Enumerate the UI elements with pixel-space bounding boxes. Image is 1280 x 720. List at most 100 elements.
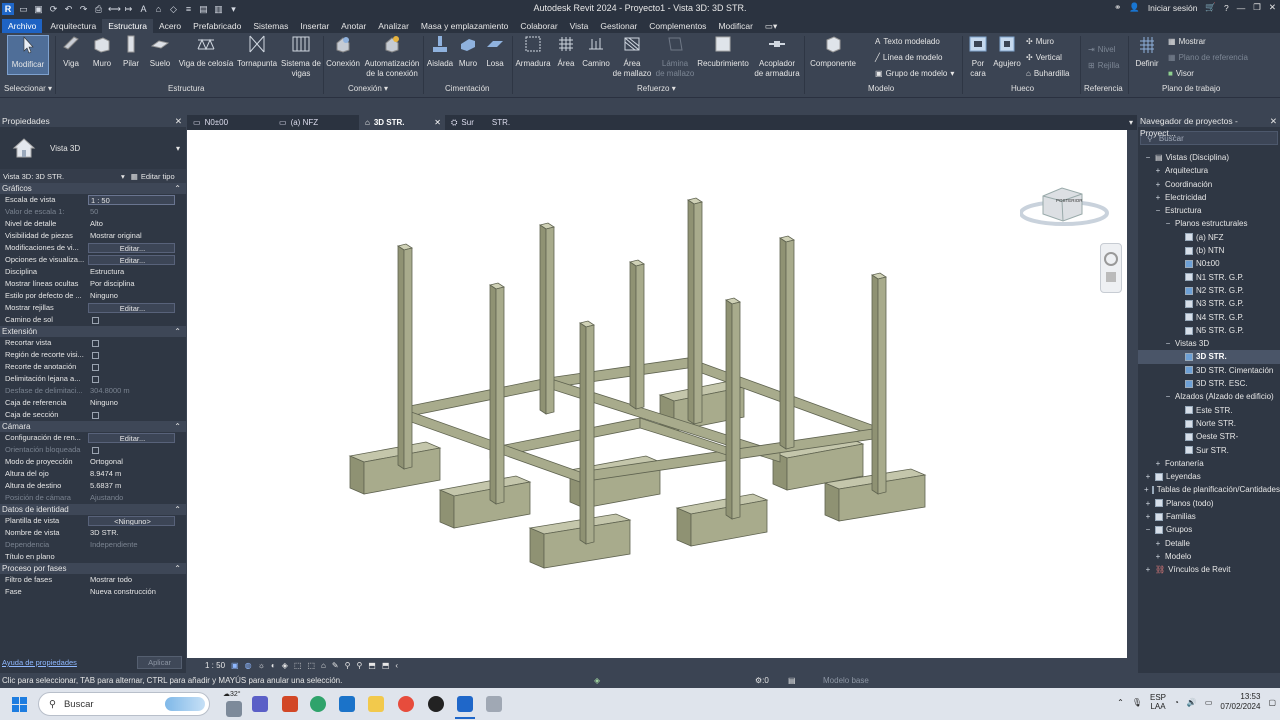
model-text-button[interactable]: A Texto modelado — [875, 37, 940, 47]
switch-windows-icon[interactable]: ▥ — [213, 4, 224, 15]
viewer-button[interactable]: ■ Visor — [1168, 69, 1194, 79]
browser-tree-item[interactable]: (b) NTN — [1138, 244, 1280, 257]
property-checkbox[interactable] — [92, 340, 99, 347]
property-value[interactable]: Estructura — [88, 266, 186, 278]
property-checkbox[interactable] — [92, 317, 99, 324]
browser-tree-item[interactable]: + Familias — [1138, 510, 1280, 523]
collapse-icon[interactable]: ⌃ — [174, 326, 181, 337]
browser-tree-item[interactable]: − ▤ Vistas (Disciplina) — [1138, 151, 1280, 164]
maximize-button[interactable]: ❐ — [1253, 2, 1261, 13]
property-edit-button[interactable]: Editar... — [88, 433, 175, 443]
brace-button[interactable]: Tornapunta — [236, 35, 278, 69]
footing-side[interactable] — [529, 527, 545, 569]
footing-side[interactable] — [439, 489, 455, 529]
tab-modificar[interactable]: Modificar — [712, 19, 758, 33]
close-button[interactable]: ✕ — [1269, 2, 1276, 13]
expand-icon[interactable]: + — [1154, 164, 1162, 177]
column-front[interactable] — [545, 226, 555, 415]
collapse-icon[interactable]: − — [1154, 204, 1162, 217]
analytical-icon[interactable]: ⚲ — [356, 661, 362, 670]
browser-tree-item[interactable]: − Grupos — [1138, 523, 1280, 536]
tab-archivo[interactable]: Archivo — [2, 18, 43, 33]
help-icon[interactable]: ? — [1224, 3, 1229, 13]
browser-tree-item[interactable]: + Tablas de planificación/Cantidades — [1138, 483, 1280, 496]
tab-arquitectura[interactable]: Arquitectura — [44, 19, 102, 33]
column-side[interactable] — [579, 322, 587, 545]
set-workplane-button[interactable]: Definir — [1132, 35, 1162, 69]
browser-tree-item[interactable]: + Coordinación — [1138, 178, 1280, 191]
property-section-header[interactable]: Gráficos ⌃ — [0, 183, 186, 194]
property-value[interactable]: Alto — [88, 218, 186, 230]
model-line-button[interactable]: ╱ Línea de modelo — [875, 53, 942, 63]
column-side[interactable] — [539, 224, 547, 415]
property-value[interactable]: Mostrar original — [88, 230, 186, 242]
zoom-icon[interactable] — [1106, 272, 1116, 282]
tab-estructura[interactable]: Estructura — [102, 18, 153, 33]
structure-model[interactable] — [187, 130, 1127, 658]
expand-icon[interactable]: + — [1144, 563, 1152, 576]
dimension-icon[interactable]: ↦ — [123, 4, 134, 15]
design-options-icon[interactable]: ▤ — [788, 673, 796, 688]
ribbon-toggle-icon[interactable]: ▭▾ — [759, 19, 783, 33]
expand-icon[interactable]: + — [1154, 178, 1162, 191]
browser-tree-item[interactable]: Este STR. — [1138, 404, 1280, 417]
property-value[interactable] — [88, 551, 186, 563]
column-side[interactable] — [629, 261, 637, 410]
property-value[interactable]: Ortogonal — [88, 456, 186, 468]
property-checkbox[interactable] — [92, 412, 99, 419]
view-tab-3d-str[interactable]: ⌂ 3D STR. ✕ — [359, 115, 445, 130]
connection-automation-button[interactable]: Automatización de la conexión — [362, 35, 422, 79]
tab-sistemas[interactable]: Sistemas — [247, 19, 294, 33]
language-indicator[interactable]: ESP LAA — [1150, 693, 1166, 711]
detail-level-icon[interactable]: ▣ — [231, 661, 239, 670]
powerpoint-icon[interactable] — [282, 696, 298, 712]
by-face-button[interactable]: Por cara — [966, 35, 990, 79]
browser-tree-item[interactable]: − Planos estructurales — [1138, 217, 1280, 230]
steering-wheel-icon[interactable] — [1104, 252, 1118, 266]
browser-tree-item[interactable]: N2 STR. G.P. — [1138, 284, 1280, 297]
browser-tree-item[interactable]: + Leyendas — [1138, 470, 1280, 483]
browser-tree-item[interactable]: + Arquitectura — [1138, 164, 1280, 177]
column-side[interactable] — [725, 299, 733, 520]
reveal-hidden-icon[interactable]: ⚲ — [345, 661, 351, 670]
browser-tree-item[interactable]: 3D STR. ESC. — [1138, 377, 1280, 390]
tray-chevron-icon[interactable]: ⌃ — [1117, 698, 1124, 707]
footing-side[interactable] — [676, 507, 692, 547]
widgets-icon[interactable] — [226, 701, 242, 717]
browser-tree-item[interactable]: + Fontanería — [1138, 457, 1280, 470]
expand-icon[interactable]: + — [1154, 191, 1162, 204]
collapse-icon[interactable]: − — [1164, 390, 1172, 403]
3d-viewport[interactable]: POSTERIOR — [187, 130, 1127, 658]
taskbar-search[interactable]: ⚲ Buscar — [38, 692, 210, 716]
column-side[interactable] — [779, 237, 787, 450]
browser-tree-item[interactable]: N0±00 — [1138, 257, 1280, 270]
collapse-icon[interactable]: − — [1164, 337, 1172, 350]
apply-button[interactable]: Aplicar — [137, 656, 182, 669]
property-edit-button[interactable]: Editar... — [88, 303, 175, 313]
property-checkbox[interactable] — [92, 364, 99, 371]
sync-icon[interactable]: ⟳ — [48, 4, 59, 15]
mail-icon[interactable] — [339, 696, 355, 712]
property-section-header[interactable]: Extensión ⌃ — [0, 326, 186, 337]
edit-type-button[interactable]: Editar tipo — [141, 172, 175, 181]
property-input[interactable]: 1 : 50 — [88, 195, 175, 205]
weather-widget[interactable]: ☁32° — [223, 690, 241, 698]
properties-close-icon[interactable]: ✕ — [175, 115, 186, 127]
concrete-beam[interactable] — [399, 377, 549, 419]
tab-close-icon[interactable]: ✕ — [434, 115, 445, 130]
filter-dropdown-icon[interactable]: ▾ — [121, 172, 125, 181]
login-link[interactable]: Iniciar sesión — [1148, 3, 1198, 13]
revit-logo-icon[interactable]: R — [2, 3, 14, 15]
browser-search-input[interactable]: ⚲ Buscar — [1140, 131, 1278, 145]
show-workplane-button[interactable]: ▦ Mostrar — [1168, 37, 1206, 47]
qat-dropdown-icon[interactable]: ▾ — [228, 4, 239, 15]
cover-button[interactable]: Recubrimiento — [696, 35, 750, 69]
redo-icon[interactable]: ↷ — [78, 4, 89, 15]
shaft-button[interactable]: Agujero — [992, 35, 1022, 69]
file-explorer-icon[interactable] — [368, 696, 384, 712]
browser-tree-item[interactable]: + Detalle — [1138, 537, 1280, 550]
column-front[interactable] — [635, 263, 645, 410]
footing-side[interactable] — [349, 455, 365, 495]
section-icon[interactable]: ◇ — [168, 4, 179, 15]
column-front[interactable] — [585, 324, 595, 545]
